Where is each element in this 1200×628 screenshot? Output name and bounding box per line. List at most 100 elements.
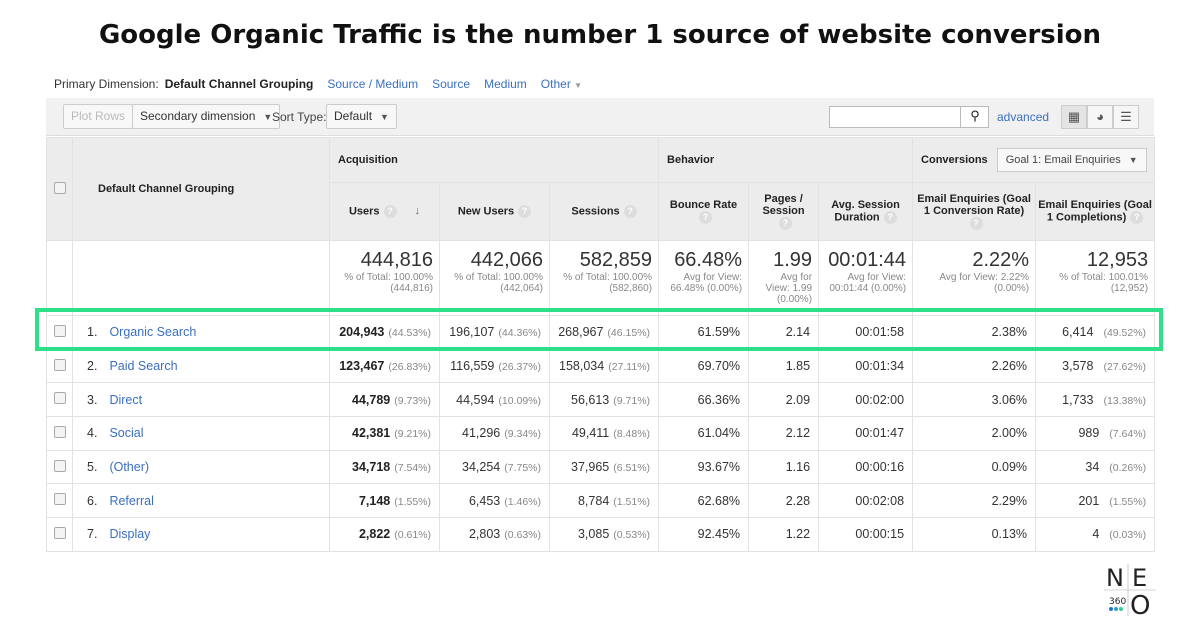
total-cell: 442,066% of Total: 100.00% (442,064): [439, 240, 550, 316]
table-row: 4. Social 42,381 (9.21%) 41,296 (9.34%) 49,…: [46, 416, 1156, 451]
sort-type-dropdown[interactable]: Default ▼: [326, 104, 397, 129]
users-cell: 123,467 (26.83%): [329, 348, 440, 384]
row-checkbox-cell: [46, 483, 73, 519]
users-cell: 2,822 (0.61%): [329, 517, 440, 552]
col-users[interactable]: Users? ↓: [329, 182, 440, 241]
bounce-rate-cell: 93.67%: [658, 449, 750, 485]
conversion-rate-cell: 2.00%: [912, 416, 1037, 451]
col-sessions[interactable]: Sessions?: [548, 182, 660, 241]
dimension-other[interactable]: Other ▼: [541, 77, 582, 91]
help-icon: ?: [699, 211, 713, 224]
sort-type-label: Sort Type:: [272, 110, 327, 124]
conversion-rate-cell: 3.06%: [912, 382, 1037, 418]
row-checkbox[interactable]: [53, 425, 66, 438]
primary-dimension-bar: Primary Dimension: Default Channel Group…: [54, 77, 582, 91]
channel-cell: 4. Social: [72, 416, 330, 451]
row-checkbox-cell: [46, 382, 73, 418]
row-checkbox-cell: [46, 449, 73, 485]
conversion-rate-cell: 2.26%: [912, 348, 1037, 384]
chevron-down-icon: ▼: [263, 112, 273, 122]
col-pages-session[interactable]: Pages / Session?: [748, 182, 820, 241]
row-checkbox[interactable]: [53, 526, 66, 539]
bounce-rate-cell: 61.04%: [658, 416, 750, 451]
search-icon[interactable]: ⚲: [960, 106, 989, 128]
total-cell: 2.22% Avg for View: 2.22% (0.00%): [912, 240, 1037, 316]
pages-session-cell: 1.16: [748, 449, 820, 485]
row-checkbox[interactable]: [53, 459, 66, 472]
row-checkbox[interactable]: [53, 493, 66, 506]
table-row: 7. Display 2,822 (0.61%) 2,803 (0.63%) 3,08…: [46, 517, 1156, 552]
acquisition-header: Acquisition: [328, 137, 660, 183]
row-checkbox-cell: [46, 348, 73, 384]
new-users-cell: 44,594 (10.09%): [439, 382, 550, 418]
col-avg-session-duration[interactable]: Avg. Session Duration?: [818, 182, 914, 241]
completions-cell: 1,733 (13.38%): [1035, 382, 1156, 418]
table-row: 3. Direct 44,789 (9.73%) 44,594 (10.09%) 56…: [46, 382, 1156, 418]
total-cell: 12,953% of Total: 100.01% (12,952): [1035, 240, 1156, 316]
bounce-rate-cell: 62.68%: [658, 483, 750, 519]
performance-view-icon[interactable]: ☰: [1113, 105, 1139, 129]
row-checkbox-cell: [46, 517, 73, 552]
bounce-rate-cell: 66.36%: [658, 382, 750, 418]
channel-link[interactable]: Referral: [109, 494, 153, 508]
dimension-source-medium[interactable]: Source / Medium: [327, 77, 418, 91]
neo360-logo: N E O 360: [1100, 562, 1160, 621]
bounce-rate-cell: 92.45%: [658, 517, 750, 552]
table-view-icon[interactable]: ▦: [1061, 105, 1087, 129]
dimension-source[interactable]: Source: [432, 77, 470, 91]
channel-link[interactable]: Display: [109, 527, 150, 541]
table-row: 5. (Other) 34,718 (7.54%) 34,254 (7.75%) 37…: [46, 449, 1156, 485]
duration-cell: 00:01:47: [818, 416, 914, 451]
bounce-rate-cell: 69.70%: [658, 348, 750, 384]
sessions-cell: 49,411 (8.48%): [548, 416, 660, 451]
svg-text:E: E: [1132, 564, 1147, 592]
completions-cell: 34 (0.26%): [1035, 449, 1156, 485]
highlight-box: [35, 308, 1163, 351]
primary-dimension-active[interactable]: Default Channel Grouping: [165, 77, 314, 91]
dimension-medium[interactable]: Medium: [484, 77, 527, 91]
select-all-checkbox[interactable]: [53, 181, 66, 194]
channel-link[interactable]: Direct: [109, 393, 142, 407]
new-users-cell: 2,803 (0.63%): [439, 517, 550, 552]
new-users-cell: 41,296 (9.34%): [439, 416, 550, 451]
row-checkbox[interactable]: [53, 358, 66, 371]
col-completions[interactable]: Email Enquiries (Goal 1 Completions)?: [1035, 182, 1156, 241]
duration-cell: 00:00:15: [818, 517, 914, 552]
primary-dimension-label: Primary Dimension:: [54, 77, 159, 91]
channel-link[interactable]: (Other): [109, 460, 149, 474]
totals-row: 444,816% of Total: 100.00% (444,816) 442,…: [46, 240, 1156, 316]
users-cell: 34,718 (7.54%): [329, 449, 440, 485]
total-cell: 00:01:44 Avg for View: 00:01:44 (0.00%): [818, 240, 914, 316]
plot-rows-button[interactable]: Plot Rows: [63, 104, 134, 129]
col-new-users[interactable]: New Users?: [439, 182, 550, 241]
conversion-rate-cell: 0.09%: [912, 449, 1037, 485]
users-cell: 44,789 (9.73%): [329, 382, 440, 418]
pages-session-cell: 1.22: [748, 517, 820, 552]
headline: Google Organic Traffic is the number 1 s…: [98, 20, 1102, 50]
goal-dropdown[interactable]: Goal 1: Email Enquiries ▼: [996, 148, 1147, 172]
channel-cell: 2. Paid Search: [72, 348, 330, 384]
advanced-link[interactable]: advanced: [997, 110, 1049, 124]
table-toolbar: Plot Rows Secondary dimension ▼ Sort Type…: [46, 98, 1154, 136]
help-icon: ?: [969, 217, 983, 230]
col-conversion-rate[interactable]: Email Enquiries (Goal 1 Conversion Rate)…: [912, 182, 1037, 241]
row-checkbox-cell: [46, 416, 73, 451]
channel-link[interactable]: Paid Search: [109, 359, 177, 373]
chevron-down-icon: ▼: [380, 112, 389, 122]
duration-cell: 00:01:34: [818, 348, 914, 384]
channel-link[interactable]: Social: [109, 426, 143, 440]
table-row: 2. Paid Search 123,467 (26.83%) 116,559 (26…: [46, 348, 1156, 384]
channel-cell: 3. Direct: [72, 382, 330, 418]
new-users-cell: 34,254 (7.75%): [439, 449, 550, 485]
col-bounce-rate[interactable]: Bounce Rate?: [658, 182, 750, 241]
conversions-header: Conversions Goal 1: Email Enquiries ▼: [912, 137, 1156, 183]
total-cell: 1.99 Avg for View: 1.99 (0.00%): [748, 240, 820, 316]
row-checkbox[interactable]: [53, 392, 66, 405]
users-cell: 7,148 (1.55%): [329, 483, 440, 519]
pie-chart-icon[interactable]: ◕: [1087, 105, 1113, 129]
channel-cell: 5. (Other): [72, 449, 330, 485]
help-icon: ?: [883, 211, 897, 224]
svg-text:O: O: [1130, 591, 1150, 618]
secondary-dimension-dropdown[interactable]: Secondary dimension ▼: [132, 104, 281, 129]
duration-cell: 00:02:00: [818, 382, 914, 418]
